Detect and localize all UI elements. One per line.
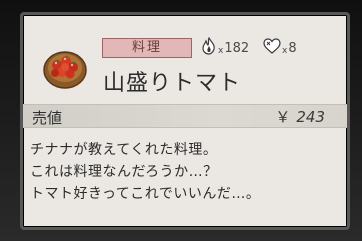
fire-stat: x 182 xyxy=(201,36,250,59)
screen-frame: 料理 x 182 x 8 山盛りトマト 売値 ￥ 243 チナナが教えてくれた料… xyxy=(0,0,362,241)
description-line: これは料理なんだろうか…？ xyxy=(30,164,218,180)
fire-value: 182 xyxy=(224,40,250,56)
price-label: 売値 xyxy=(32,109,63,127)
heart-stat: x 8 xyxy=(263,37,297,59)
heart-value: 8 xyxy=(288,40,297,56)
item-description: チナナが教えてくれた料理。 これは料理なんだろうか…？ トマト好きってこれでいい… xyxy=(30,139,330,205)
item-name: 山盛りトマト xyxy=(103,71,242,96)
heart-icon xyxy=(263,38,281,58)
item-detail-card: 料理 x 182 x 8 山盛りトマト 売値 ￥ 243 チナナが教えてくれた料… xyxy=(20,12,350,230)
price-value-group: ￥ 243 xyxy=(275,106,325,127)
description-line: チナナが教えてくれた料理。 xyxy=(30,142,218,158)
flame-icon xyxy=(201,36,217,59)
price-row: 売値 ￥ 243 xyxy=(23,104,347,128)
fire-multiplier: x xyxy=(218,46,224,56)
yen-symbol: ￥ xyxy=(275,108,291,126)
tomato-bowl-icon xyxy=(40,43,90,93)
category-tag: 料理 xyxy=(102,38,192,58)
price-value: 243 xyxy=(296,108,325,126)
heart-multiplier: x xyxy=(282,46,288,56)
description-line: トマト好きってこれでいいんだ…。 xyxy=(30,186,261,202)
